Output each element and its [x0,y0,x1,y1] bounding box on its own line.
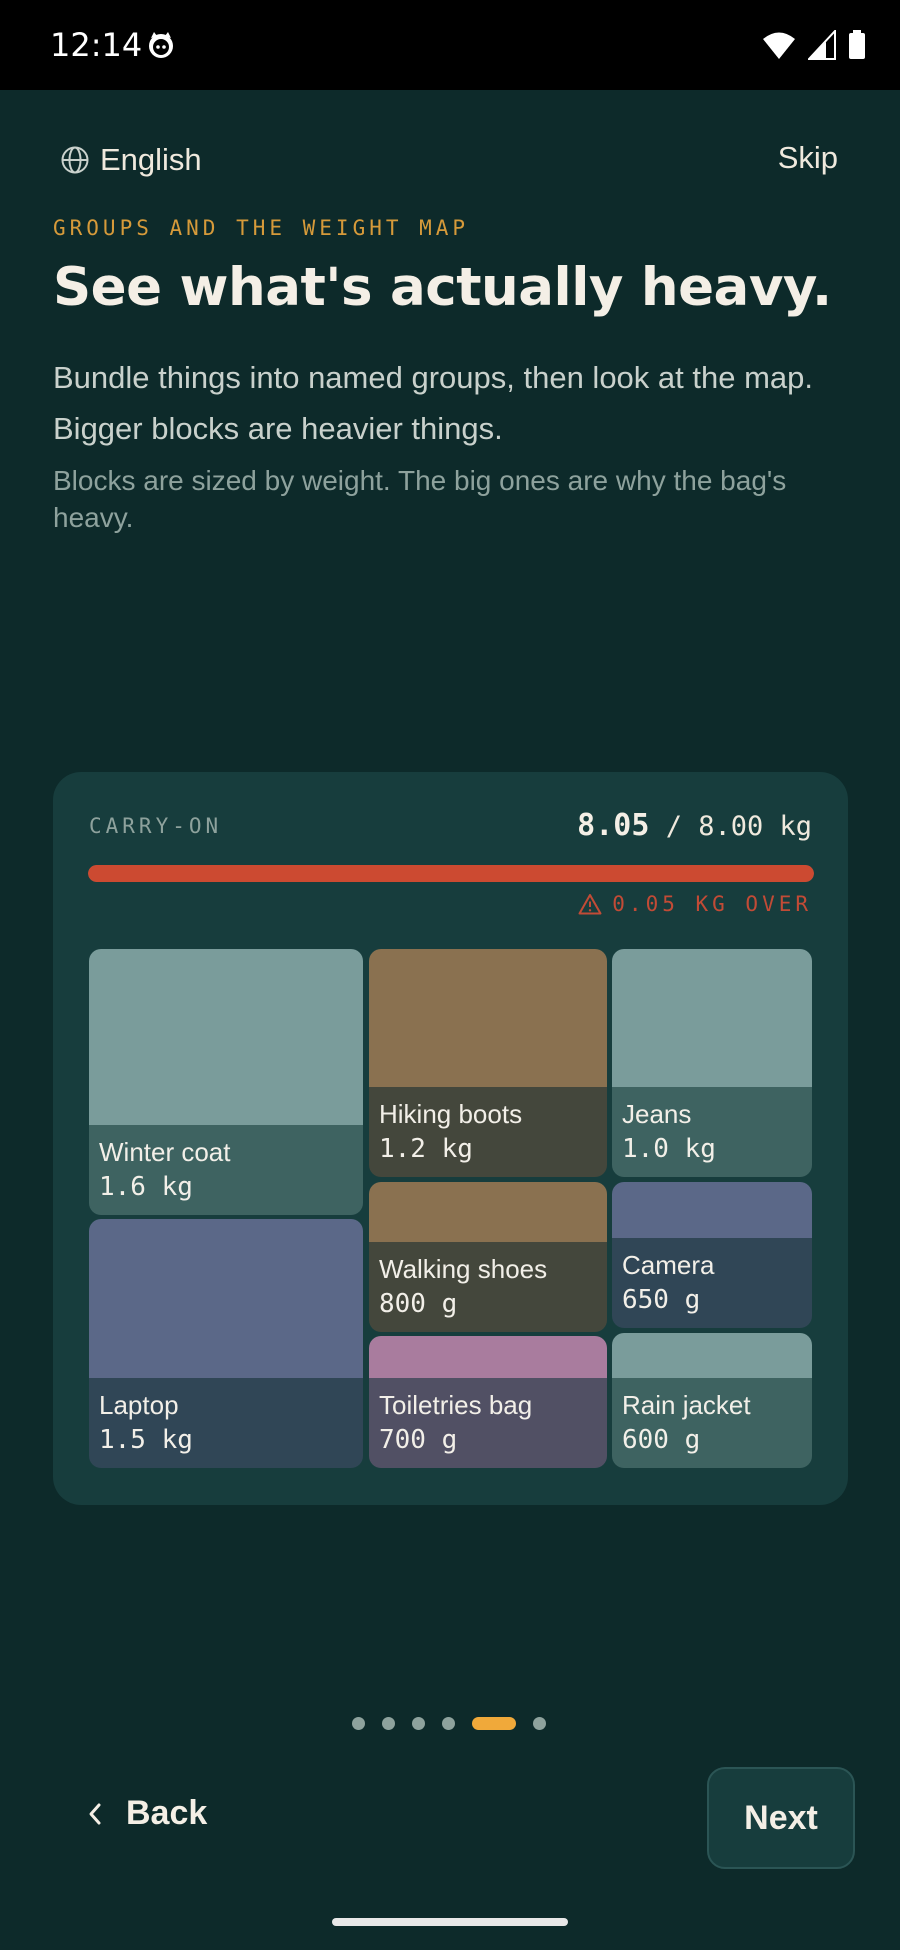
block-weight: 1.6 kg [99,1172,193,1202]
block-weight: 800 g [379,1289,458,1319]
wifi-icon [763,32,795,59]
back-label: Back [126,1794,208,1832]
bag-label: CARRY-ON [89,814,223,838]
block-winter-coat[interactable]: Winter coat 1.6 kg [89,949,363,1215]
overweight-text: 0.05 KG OVER [612,892,812,916]
block-name: Jeans [622,1099,692,1129]
block-weight: 650 g [622,1285,701,1315]
block-color-swatch [369,949,607,1087]
page-dot [412,1717,425,1730]
status-bar: 12:14 [0,0,900,90]
block-weight: 1.0 kg [622,1134,716,1164]
block-camera[interactable]: Camera 650 g [612,1182,812,1328]
page-title: See what's actually heavy. [53,257,832,318]
block-name: Laptop [99,1390,179,1420]
block-color-swatch [369,1182,607,1242]
battery-icon [849,30,865,59]
block-color-swatch [89,949,363,1125]
weight-map-card: CARRY-ON 8.05 / 8.00 kg 0.05 KG OVER Win… [53,772,848,1505]
page-dot [382,1717,395,1730]
block-name: Camera [622,1250,715,1280]
block-weight: 600 g [622,1425,701,1455]
cat-notification-icon [149,32,173,58]
warning-icon [578,894,602,915]
weight-progress-bar [88,865,814,882]
home-indicator[interactable] [332,1918,568,1926]
block-toiletries-bag[interactable]: Toiletries bag 700 g [369,1336,607,1468]
block-weight: 1.2 kg [379,1134,473,1164]
bag-weight: 8.05 / 8.00 kg [577,808,812,843]
block-name: Walking shoes [379,1254,548,1284]
block-name: Hiking boots [379,1099,523,1129]
page-indicator [352,1717,546,1730]
top-bar: English Skip [0,90,900,180]
page-dot-active [472,1717,516,1730]
weight-progress-fill [88,865,814,882]
block-color-swatch [369,1336,607,1378]
language-label: English [100,142,202,177]
language-selector[interactable]: English [60,142,202,178]
block-weight: 700 g [379,1425,458,1455]
back-button[interactable]: Back [86,1794,207,1833]
block-walking-shoes[interactable]: Walking shoes 800 g [369,1182,607,1332]
block-name: Toiletries bag [379,1390,533,1420]
page-subdescription: Blocks are sized by weight. The big ones… [53,465,787,533]
page-description: Bundle things into named groups, then lo… [53,360,813,446]
page-dot [533,1717,546,1730]
block-hiking-boots[interactable]: Hiking boots 1.2 kg [369,949,607,1177]
bag-current-weight: 8.05 [577,808,650,843]
bag-weight-limit: / 8.00 kg [665,811,812,842]
status-time: 12:14 [50,26,143,64]
next-button[interactable]: Next [707,1767,855,1869]
block-name: Winter coat [99,1137,231,1167]
block-color-swatch [612,1182,812,1238]
chevron-left-icon [89,1803,101,1824]
block-color-swatch [89,1219,363,1378]
block-name: Rain jacket [622,1390,751,1420]
block-laptop[interactable]: Laptop 1.5 kg [89,1219,363,1468]
block-jeans[interactable]: Jeans 1.0 kg [612,949,812,1177]
overweight-warning: 0.05 KG OVER [578,892,812,916]
section-eyebrow: GROUPS AND THE WEIGHT MAP [53,216,470,240]
page-dot [442,1717,455,1730]
block-color-swatch [612,949,812,1087]
block-color-swatch [612,1333,812,1378]
skip-button[interactable]: Skip [778,140,838,176]
block-rain-jacket[interactable]: Rain jacket 600 g [612,1333,812,1468]
page-dot [352,1717,365,1730]
signal-icon [808,30,836,60]
block-weight: 1.5 kg [99,1425,193,1455]
globe-icon [61,146,89,174]
